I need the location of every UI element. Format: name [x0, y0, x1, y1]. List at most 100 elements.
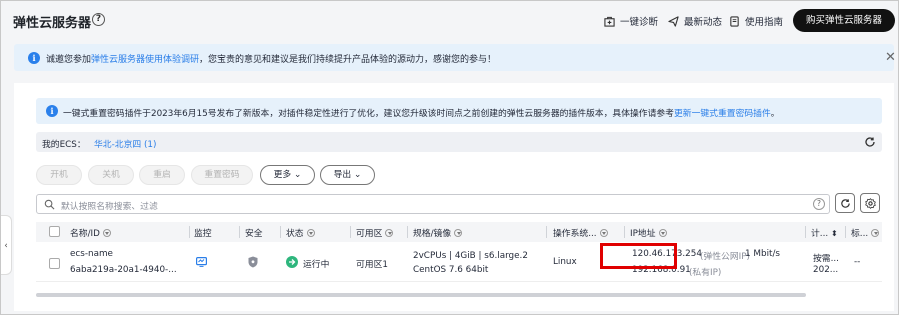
column-divider: [845, 226, 846, 238]
col-security: 安全: [245, 229, 263, 239]
image-text: CentOS 7.6 64bit: [413, 265, 489, 275]
column-divider: [350, 226, 351, 238]
help-icon[interactable]: ?: [92, 13, 105, 26]
col-status-label: 状态: [286, 229, 304, 239]
close-icon[interactable]: ✕: [885, 50, 896, 65]
export-label: 导出: [333, 170, 352, 180]
os-text: Linux: [553, 257, 577, 267]
user-guide-link[interactable]: 使用指南: [729, 14, 783, 28]
col-monitor: 监控: [194, 229, 212, 239]
private-ip-note: (私有IP): [689, 268, 722, 278]
plugin-notice-body: 一键式重置密码插件于2023年6月15号发布了新版本，对插件稳定性进行了优化，建…: [63, 109, 674, 119]
table-header: 名称/ID 监控 安全 状态 可用区 规格/镜像 操作系统... IP地址 计.…: [36, 222, 882, 242]
book-icon: [730, 15, 739, 27]
billing-date: 202...: [813, 265, 839, 275]
sort-icon[interactable]: [871, 229, 880, 237]
col-name-label: 名称/ID: [70, 229, 100, 239]
col-os-label: 操作系统...: [553, 229, 597, 239]
tags-text: --: [854, 257, 861, 267]
horizontal-scrollbar[interactable]: [36, 293, 806, 297]
sort-icon[interactable]: [454, 229, 463, 237]
refresh-icon[interactable]: [864, 136, 876, 148]
table-row: ecs-name 6aba219a-20a1-4940-... 运行中 可用区1…: [36, 242, 882, 282]
stop-button[interactable]: 关机: [88, 165, 134, 185]
sort-icon[interactable]: [102, 229, 111, 237]
survey-prefix: 诚邀您参加: [46, 55, 92, 65]
ecs-name-link[interactable]: ecs-name: [70, 249, 113, 259]
survey-notice: i 诚邀您参加弹性云服务器使用体验调研，您宝贵的意见和建议是我们持续提升产品体验…: [14, 44, 896, 71]
user-guide-label: 使用指南: [745, 17, 784, 28]
info-icon: i: [28, 52, 40, 64]
shield-icon[interactable]: [248, 256, 258, 268]
gear-icon: [865, 198, 876, 209]
col-os[interactable]: 操作系统...: [553, 226, 608, 239]
sort-icon[interactable]: [306, 229, 315, 237]
buy-ecs-button[interactable]: 购买弹性云服务器: [793, 9, 895, 32]
col-ip[interactable]: IP地址: [630, 226, 667, 239]
refresh-list-button[interactable]: [835, 193, 855, 213]
plugin-notice-end: 。: [770, 109, 780, 119]
refresh-icon: [841, 199, 850, 208]
send-icon: [668, 15, 679, 27]
latest-news-label: 最新动态: [684, 17, 723, 28]
spec-text: 2vCPUs | 4GiB | s6.large.2: [413, 251, 528, 261]
search-help-icon[interactable]: ?: [813, 198, 825, 210]
diagnosis-label: 一键诊断: [620, 17, 659, 28]
col-name[interactable]: 名称/ID: [70, 226, 111, 239]
column-divider: [407, 226, 408, 238]
column-divider: [546, 226, 547, 238]
ecs-id: 6aba219a-20a1-4940-...: [70, 265, 177, 275]
plugin-notice-text: 一键式重置密码插件于2023年6月15号发布了新版本，对插件稳定性进行了优化，建…: [63, 106, 780, 119]
public-ip-note: (弹性公网IP): [700, 252, 750, 262]
sort-icon[interactable]: ⬍: [831, 229, 838, 238]
region-filter-link[interactable]: 华北-北京四 (1): [94, 137, 156, 150]
col-tags[interactable]: 标...: [851, 226, 880, 239]
bandwidth-text: 1 Mbit/s: [745, 249, 781, 259]
one-click-diagnosis-link[interactable]: 一键诊断: [604, 14, 658, 28]
ip-highlight-box: [600, 243, 677, 269]
info-icon: i: [46, 105, 58, 117]
survey-suffix: ，您宝贵的意见和建议是我们持续提升产品体验的源动力，感谢您的参与！: [199, 55, 497, 65]
page-title: 弹性云服务器: [13, 16, 92, 31]
sort-icon[interactable]: [658, 229, 667, 237]
col-status[interactable]: 状态: [286, 226, 315, 239]
column-divider: [280, 226, 281, 238]
col-spec-label: 规格/镜像: [413, 229, 452, 239]
survey-link[interactable]: 弹性云服务器使用体验调研: [91, 55, 199, 65]
monitor-icon[interactable]: [196, 257, 207, 267]
status-text: 运行中: [303, 260, 330, 270]
my-ecs-label: 我的ECS：: [42, 140, 86, 150]
page-header: 弹性云服务器 ? 一键诊断 最新动态 使用指南 购买弹性云服务器: [1, 1, 898, 39]
column-divider: [805, 226, 806, 238]
column-divider: [189, 226, 190, 238]
sort-icon[interactable]: [599, 229, 608, 237]
col-zone[interactable]: 可用区: [356, 226, 394, 239]
ecs-region-bar: 我的ECS： 华北-北京四 (1): [36, 132, 882, 152]
chevron-down-icon: ⌄: [354, 170, 362, 180]
chevron-down-icon: ⌄: [294, 170, 302, 180]
more-dropdown[interactable]: 更多 ⌄: [260, 165, 315, 185]
col-spec[interactable]: 规格/镜像: [413, 226, 463, 239]
export-dropdown[interactable]: 导出 ⌄: [320, 165, 375, 185]
settings-button[interactable]: [860, 193, 880, 213]
plugin-notice: i 一键式重置密码插件于2023年6月15号发布了新版本，对插件稳定性进行了优化…: [36, 98, 882, 124]
survey-notice-text: 诚邀您参加弹性云服务器使用体验调研，您宝贵的意见和建议是我们持续提升产品体验的源…: [46, 52, 496, 65]
column-divider: [239, 226, 240, 238]
col-billing[interactable]: 计... ⬍: [811, 226, 838, 239]
col-ip-label: IP地址: [630, 229, 656, 239]
search-icon: [44, 199, 55, 210]
collapse-sidebar-handle[interactable]: ‹: [1, 215, 12, 275]
reset-password-button[interactable]: 重置密码: [191, 165, 253, 185]
sort-icon[interactable]: [385, 229, 394, 237]
more-label: 更多: [273, 170, 292, 180]
search-input[interactable]: 默认按照名称搜索、过滤 ?: [36, 194, 830, 214]
diagnosis-icon: [604, 16, 615, 27]
select-all-checkbox[interactable]: [49, 226, 60, 237]
restart-button[interactable]: 重启: [139, 165, 185, 185]
start-button[interactable]: 开机: [36, 165, 82, 185]
update-plugin-link[interactable]: 更新一键式重置密码插件: [674, 109, 771, 119]
row-checkbox[interactable]: [49, 258, 60, 269]
ecs-list-card: i 一键式重置密码插件于2023年6月15号发布了新版本，对插件稳定性进行了优化…: [14, 83, 894, 311]
latest-news-link[interactable]: 最新动态: [668, 14, 722, 28]
running-status-icon: [286, 256, 298, 268]
